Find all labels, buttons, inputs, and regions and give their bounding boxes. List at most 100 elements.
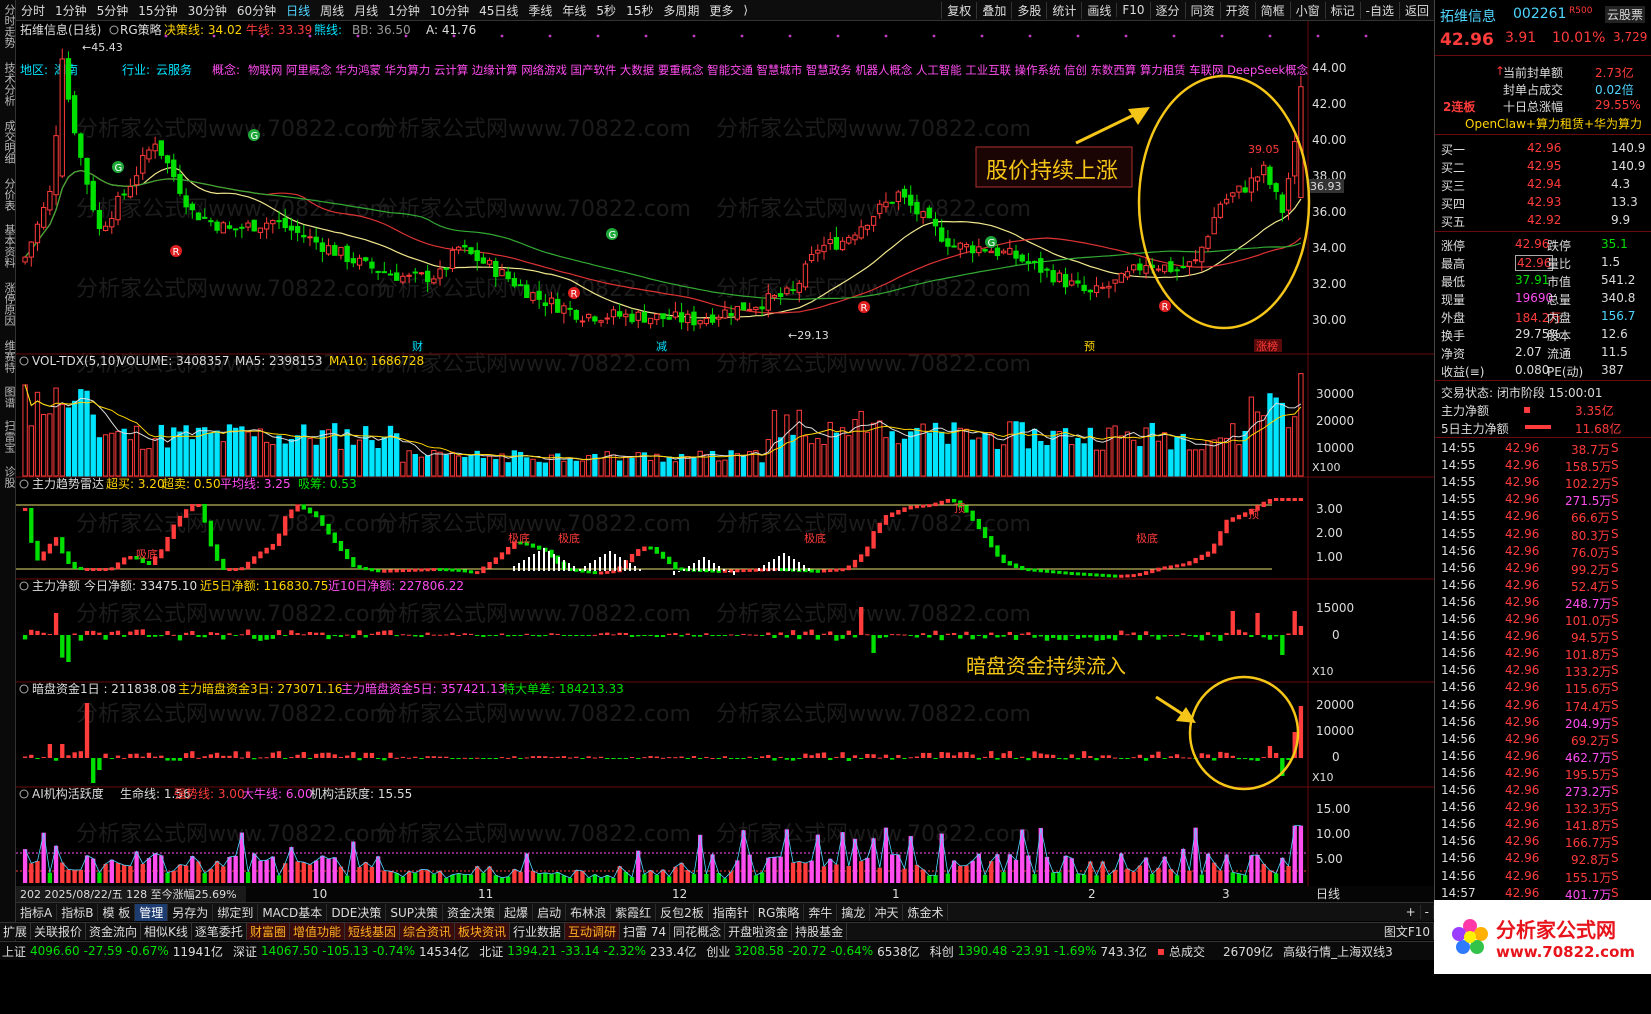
function-tab[interactable]: 板块资讯	[455, 923, 511, 940]
period-tab[interactable]: 多周期	[658, 2, 704, 19]
toolbar-button[interactable]: 多股	[1011, 1, 1046, 19]
period-tab[interactable]: 月线	[349, 2, 383, 19]
indicator-tab[interactable]: 管理	[135, 903, 169, 921]
period-tab[interactable]: 年线	[557, 2, 591, 19]
collapse-icon[interactable]	[19, 684, 29, 694]
index-name[interactable]: 上证	[0, 943, 28, 960]
period-tab[interactable]: 45日线	[474, 2, 523, 19]
period-tab[interactable]: 60分钟	[232, 2, 281, 19]
indicator-tab[interactable]: 奔牛	[804, 903, 838, 921]
function-tab[interactable]: 相似K线	[141, 923, 192, 940]
indicator-tab[interactable]: 指标B	[57, 903, 99, 921]
function-tab[interactable]: 同花概念	[670, 923, 726, 940]
function-tab[interactable]: 资金流向	[86, 923, 142, 940]
toolbar-button[interactable]: 开资	[1219, 1, 1255, 19]
indicator-tab[interactable]: 启动	[533, 903, 567, 921]
more-arrow-icon[interactable]: ⟩	[738, 3, 753, 17]
indicator-tab[interactable]: 擒龙	[837, 903, 871, 921]
left-tab[interactable]: 分价表	[1, 178, 16, 211]
index-name[interactable]: 北证	[477, 943, 505, 960]
period-tab[interactable]: 日线	[281, 2, 315, 19]
period-tab[interactable]: 1分钟	[50, 2, 92, 19]
zoom-out-button[interactable]: -	[1421, 905, 1434, 919]
left-tab[interactable]: 技术分析	[1, 62, 16, 106]
indicator-tab[interactable]: 资金决策	[443, 903, 501, 921]
indicator-tab[interactable]: 起爆	[500, 903, 534, 921]
toolbar-button[interactable]: 标记	[1324, 1, 1360, 19]
kline-chart-area[interactable]: 分析家公式网www.70822.com分析家公式网www.70822.com 分析…	[16, 21, 1434, 902]
left-tab[interactable]: 基本资料	[1, 224, 16, 268]
toolbar-button[interactable]: F10	[1116, 3, 1149, 17]
cloud-button[interactable]: 云股票	[1605, 6, 1646, 23]
period-tab[interactable]: 更多	[704, 2, 738, 19]
indicator-tab[interactable]: 指南针	[709, 903, 754, 921]
index-name[interactable]: 深证	[231, 943, 259, 960]
function-tab[interactable]: 互动调研	[565, 923, 621, 940]
function-tab[interactable]: 财富圈	[246, 923, 290, 940]
toolbar-button[interactable]: -自选	[1359, 1, 1399, 19]
indicator-tab[interactable]: 紫霞红	[611, 903, 657, 921]
left-tab[interactable]: 成交明细	[1, 120, 16, 164]
indicator-tab[interactable]: 反包2板	[656, 903, 709, 921]
period-tab[interactable]: 周线	[315, 2, 349, 19]
period-tab[interactable]: 5分钟	[92, 2, 134, 19]
toolbar-button[interactable]: 简框	[1254, 1, 1290, 19]
period-tab[interactable]: 15分钟	[133, 2, 182, 19]
f10-button[interactable]: 图文F10	[1381, 923, 1434, 940]
function-tab[interactable]: 扫雷 74	[620, 923, 671, 940]
indicator-tab[interactable]: 指标A	[16, 903, 58, 921]
indicator-tab[interactable]: 冲天	[870, 903, 904, 921]
candle	[1038, 258, 1044, 273]
function-tab[interactable]: 开盘啦资金	[725, 923, 793, 940]
function-tab[interactable]: 综合资讯	[399, 923, 455, 940]
indicator-tab[interactable]: MACD基本	[258, 903, 328, 921]
toolbar-button[interactable]: 小窗	[1289, 1, 1325, 19]
index-name[interactable]: 创业	[704, 943, 732, 960]
left-tab[interactable]: 分时走势	[1, 4, 16, 48]
collapse-icon[interactable]	[19, 581, 29, 591]
period-tab[interactable]: 5秒	[591, 2, 621, 19]
function-tab[interactable]: 持股基金	[792, 923, 848, 940]
collapse-icon[interactable]	[19, 479, 29, 489]
toolbar-button[interactable]: 叠加	[976, 1, 1011, 19]
toolbar-button[interactable]: 复权	[941, 1, 976, 19]
function-tab[interactable]: 逐笔委托	[192, 923, 247, 940]
collapse-icon[interactable]	[19, 789, 29, 799]
indicator-tab[interactable]: SUP决策	[386, 903, 444, 921]
period-tab[interactable]: 1分钟	[383, 2, 425, 19]
period-tab[interactable]: 30分钟	[183, 2, 232, 19]
indicator-tab[interactable]: DDE决策	[327, 903, 387, 921]
darkpool-bar	[555, 756, 560, 758]
period-tab[interactable]: 分时	[16, 2, 50, 19]
indicator-tab[interactable]: RG策略	[754, 903, 805, 921]
function-tab[interactable]: 短线基因	[344, 923, 400, 940]
period-tab[interactable]: 季线	[523, 2, 557, 19]
function-tab[interactable]: 增值功能	[289, 923, 345, 940]
zoom-in-button[interactable]: +	[1402, 905, 1421, 919]
left-tab[interactable]: 涨停原因	[1, 282, 16, 326]
left-tab[interactable]: 图谱	[1, 386, 16, 408]
collapse-icon[interactable]	[19, 356, 29, 366]
period-tab[interactable]: 15秒	[621, 2, 658, 19]
toolbar-button[interactable]: 逐分	[1149, 1, 1185, 19]
indicator-tab[interactable]: 模 板	[98, 903, 136, 921]
settings-dot-icon[interactable]	[109, 25, 119, 35]
left-tab[interactable]: 维赛特	[1, 340, 16, 373]
toolbar-button[interactable]: 画线	[1081, 1, 1116, 19]
function-tab[interactable]: 行业数据	[510, 923, 566, 940]
indicator-tab[interactable]: 另存为	[168, 903, 214, 921]
toolbar-button[interactable]: 同资	[1184, 1, 1220, 19]
index-name[interactable]: 科创	[928, 943, 956, 960]
darkpool-bar	[871, 754, 876, 758]
indicator-tab[interactable]: 布林浪	[566, 903, 612, 921]
period-tab[interactable]: 10分钟	[425, 2, 474, 19]
left-tab[interactable]: 扫雷宝	[1, 420, 16, 453]
toolbar-button[interactable]: 返回	[1398, 1, 1434, 19]
candle	[1075, 280, 1081, 284]
left-tab[interactable]: 诊股	[1, 466, 16, 488]
indicator-tab[interactable]: 绑定到	[213, 903, 259, 921]
function-tab[interactable]: 扩展	[0, 923, 32, 940]
function-tab[interactable]: 关联报价	[31, 923, 87, 940]
toolbar-button[interactable]: 统计	[1046, 1, 1081, 19]
indicator-tab[interactable]: 炼金术	[903, 903, 949, 921]
